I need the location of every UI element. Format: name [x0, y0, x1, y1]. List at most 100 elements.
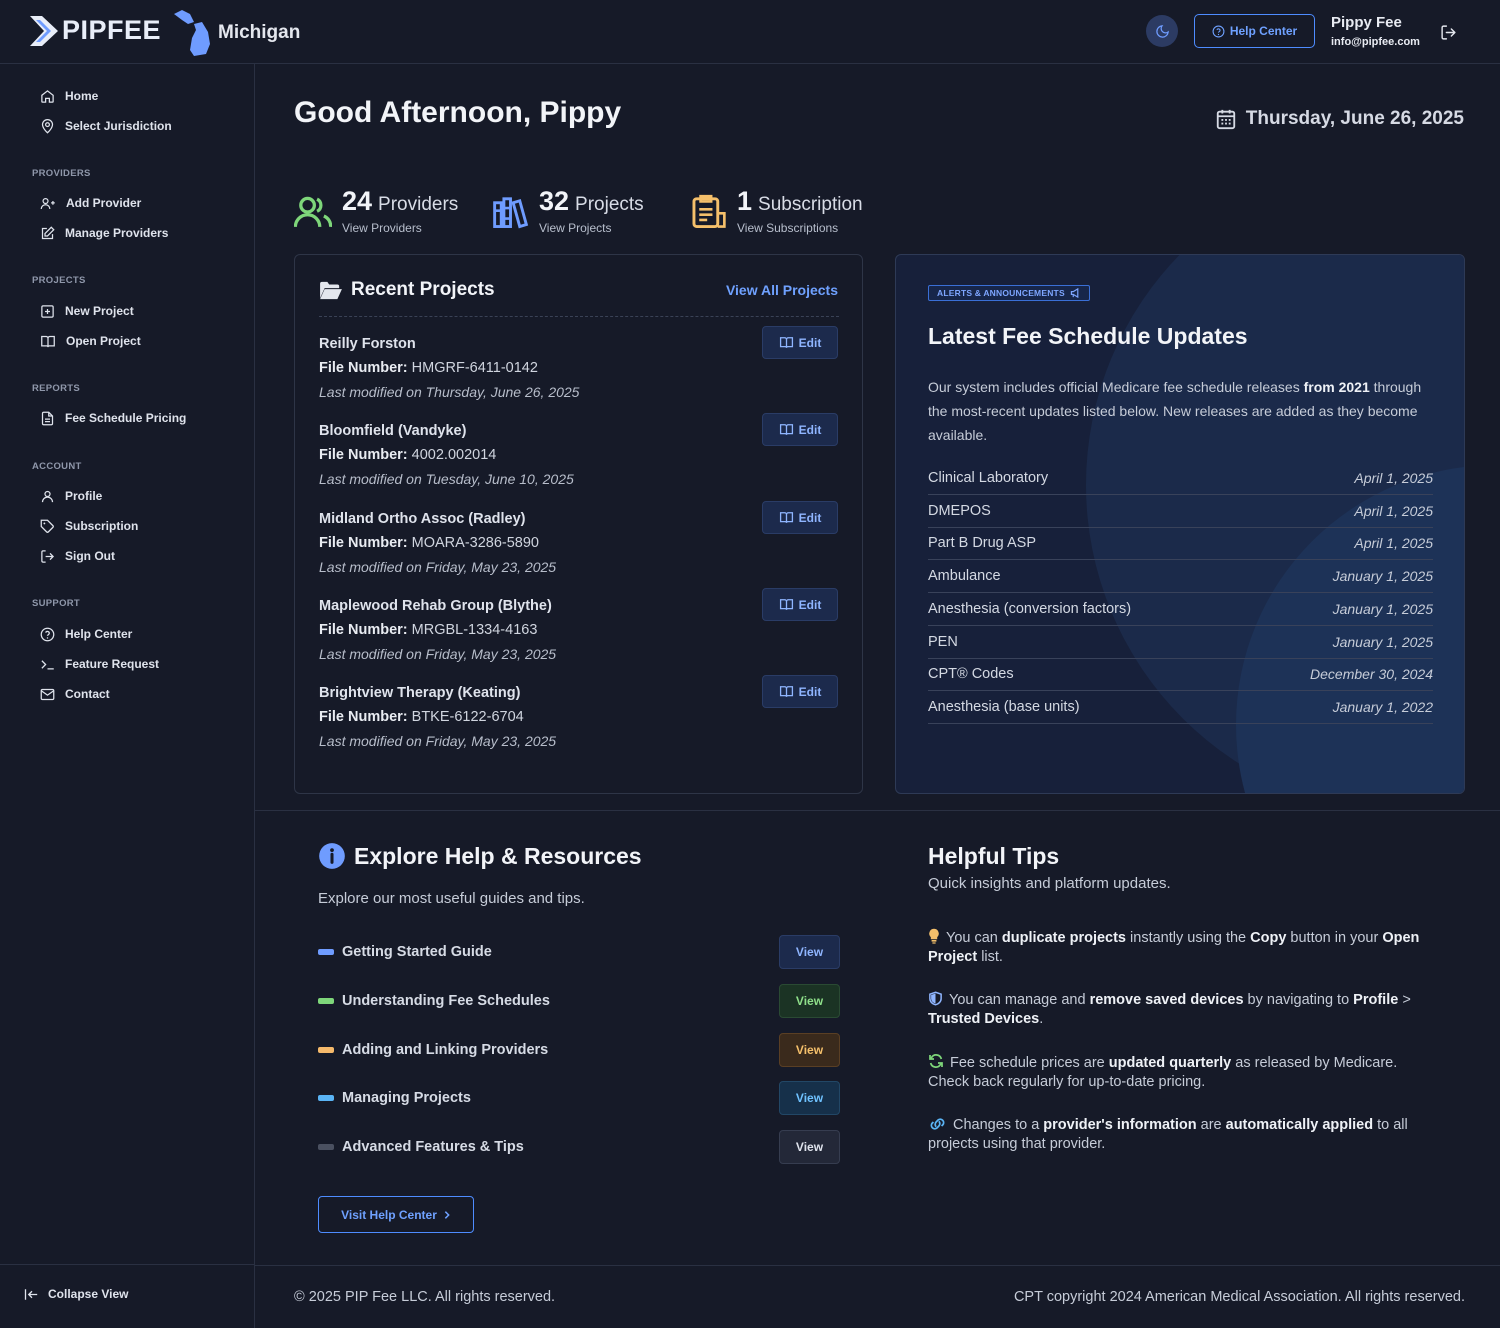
tip-item: Changes to a provider's information are …: [928, 1116, 1438, 1154]
view-providers-link[interactable]: View Providers: [342, 221, 458, 235]
update-row: Part B Drug ASP April 1, 2025: [928, 527, 1433, 560]
project-file-number: File Number: MRGBL-1334-4163: [319, 622, 839, 638]
edit-project-button[interactable]: Edit: [762, 413, 838, 446]
sidebar-item-open-project[interactable]: Open Project: [40, 331, 141, 351]
tip-highlight: provider's information: [1043, 1117, 1197, 1133]
project-modified: Last modified on Friday, May 23, 2025: [319, 646, 557, 662]
stat-providers-text: 24 Providers View Providers: [342, 186, 458, 235]
sidebar-item-profile[interactable]: Profile: [40, 486, 102, 506]
collapse-view-label: Collapse View: [48, 1287, 129, 1301]
fee-schedule-updates-card: ALERTS & ANNOUNCEMENTS Latest Fee Schedu…: [895, 254, 1465, 794]
collapse-arrow-icon: [24, 1288, 38, 1300]
edit-project-button[interactable]: Edit: [762, 501, 838, 534]
edit-label: Edit: [798, 684, 822, 699]
view-resource-button[interactable]: View: [779, 984, 840, 1018]
visit-help-center-label: Visit Help Center: [341, 1207, 437, 1222]
sidebar-item-label: Open Project: [66, 334, 141, 348]
sidebar-item-home[interactable]: Home: [40, 86, 98, 106]
map-pin-icon: [41, 118, 54, 134]
sidebar-item-new-project[interactable]: New Project: [40, 301, 134, 321]
chevron-right-icon: [444, 1210, 450, 1219]
resource-color-bar: [318, 1144, 334, 1150]
book-open-icon: [779, 686, 793, 697]
help-center-button[interactable]: Help Center: [1194, 14, 1315, 48]
sidebar-item-label: Profile: [65, 489, 103, 503]
theme-toggle-button[interactable]: [1146, 15, 1178, 47]
view-all-projects-link[interactable]: View All Projects: [726, 282, 838, 298]
stat-projects[interactable]: 32 Projects View Projects: [492, 186, 644, 235]
tip-highlight: remove saved devices: [1089, 992, 1244, 1008]
update-date: January 1, 2025: [1332, 601, 1433, 617]
resource-item: Adding and Linking Providers View: [318, 1033, 840, 1067]
tip-text: are: [1196, 1117, 1226, 1133]
current-date: Thursday, June 26, 2025: [1215, 108, 1464, 130]
sidebar-item-manage-providers[interactable]: Manage Providers: [40, 223, 168, 243]
project-item: Brightview Therapy (Keating) File Number…: [319, 675, 839, 749]
resource-item: Advanced Features & Tips View: [318, 1130, 840, 1164]
edit-label: Edit: [798, 510, 822, 525]
update-date: April 1, 2025: [1354, 470, 1433, 486]
home-icon: [41, 89, 54, 103]
jurisdiction-selector[interactable]: Michigan: [172, 10, 300, 56]
view-resource-button[interactable]: View: [779, 1081, 840, 1115]
tip-text: You can: [946, 930, 1002, 946]
info-icon: [319, 843, 345, 869]
logout-button[interactable]: [1440, 24, 1457, 41]
view-projects-link[interactable]: View Projects: [539, 221, 644, 235]
file-number-value: MOARA-3286-5890: [411, 535, 539, 551]
logout-icon: [1441, 25, 1456, 40]
edit-project-button[interactable]: Edit: [762, 588, 838, 621]
sidebar-item-label: Select Jurisdiction: [65, 119, 172, 133]
project-item: Bloomfield (Vandyke) File Number: 4002.0…: [319, 413, 839, 487]
view-resource-button[interactable]: View: [779, 1033, 840, 1067]
file-number-label: File Number:: [319, 709, 408, 725]
sidebar-item-help-center[interactable]: Help Center: [40, 624, 132, 644]
footer-copyright: © 2025 PIP Fee LLC. All rights reserved.: [294, 1289, 556, 1305]
calendar-icon: [1216, 109, 1235, 130]
resource-color-bar: [318, 1047, 334, 1053]
update-row: Anesthesia (base units) January 1, 2022: [928, 691, 1433, 724]
tip-text: >: [1398, 992, 1411, 1008]
view-resource-button[interactable]: View: [779, 1130, 840, 1164]
edit-label: Edit: [798, 335, 822, 350]
moon-icon: [1155, 24, 1169, 38]
edit-square-icon: [41, 225, 55, 239]
project-file-number: File Number: 4002.002014: [319, 447, 839, 463]
sidebar-item-subscription[interactable]: Subscription: [40, 516, 138, 536]
tip-item: You can manage and remove saved devices …: [928, 991, 1438, 1029]
michigan-map-icon: [174, 10, 210, 56]
project-name: Brightview Therapy (Keating): [319, 685, 521, 701]
stat-projects-text: 32 Projects View Projects: [539, 186, 644, 235]
project-name: Maplewood Rehab Group (Blythe): [319, 598, 552, 614]
stat-providers[interactable]: 24 Providers View Providers: [294, 186, 458, 235]
sidebar-item-feature-request[interactable]: Feature Request: [40, 654, 159, 674]
update-name: Part B Drug ASP: [928, 535, 1036, 551]
sidebar-item-select-jurisdiction[interactable]: Select Jurisdiction: [40, 116, 172, 136]
resource-color-bar: [318, 949, 334, 955]
visit-help-center-button[interactable]: Visit Help Center: [318, 1196, 474, 1233]
file-number-value: MRGBL-1334-4163: [411, 622, 538, 638]
sidebar-item-label: Fee Schedule Pricing: [65, 411, 187, 425]
edit-project-button[interactable]: Edit: [762, 675, 838, 708]
edit-project-button[interactable]: Edit: [762, 326, 838, 359]
stat-subscription-text: 1 Subscription View Subscriptions: [737, 186, 863, 235]
sidebar-item-contact[interactable]: Contact: [40, 684, 110, 704]
update-name: PEN: [928, 634, 958, 650]
book-open-icon: [41, 335, 55, 347]
tips-title: Helpful Tips: [928, 843, 1060, 869]
collapse-view-button[interactable]: Collapse View: [24, 1287, 128, 1301]
sidebar-item-fee-schedule-pricing[interactable]: Fee Schedule Pricing: [40, 408, 186, 428]
project-item: Reilly Forston File Number: HMGRF-6411-0…: [319, 326, 839, 400]
brand-logo[interactable]: PIPFEE: [30, 15, 161, 46]
footer-cpt-copyright: CPT copyright 2024 American Medical Asso…: [1013, 1289, 1465, 1305]
tip-text: list.: [977, 949, 1003, 965]
help-circle-icon: [40, 627, 55, 641]
sidebar-item-sign-out[interactable]: Sign Out: [40, 546, 115, 566]
view-subscriptions-link[interactable]: View Subscriptions: [737, 221, 863, 235]
sidebar-item-add-provider[interactable]: Add Provider: [40, 193, 141, 213]
view-resource-button[interactable]: View: [779, 935, 840, 969]
stat-subscription[interactable]: 1 Subscription View Subscriptions: [690, 186, 863, 235]
tip-text: .: [1039, 1011, 1044, 1027]
resource-color-bar: [318, 998, 334, 1004]
document-icon: [41, 411, 54, 425]
